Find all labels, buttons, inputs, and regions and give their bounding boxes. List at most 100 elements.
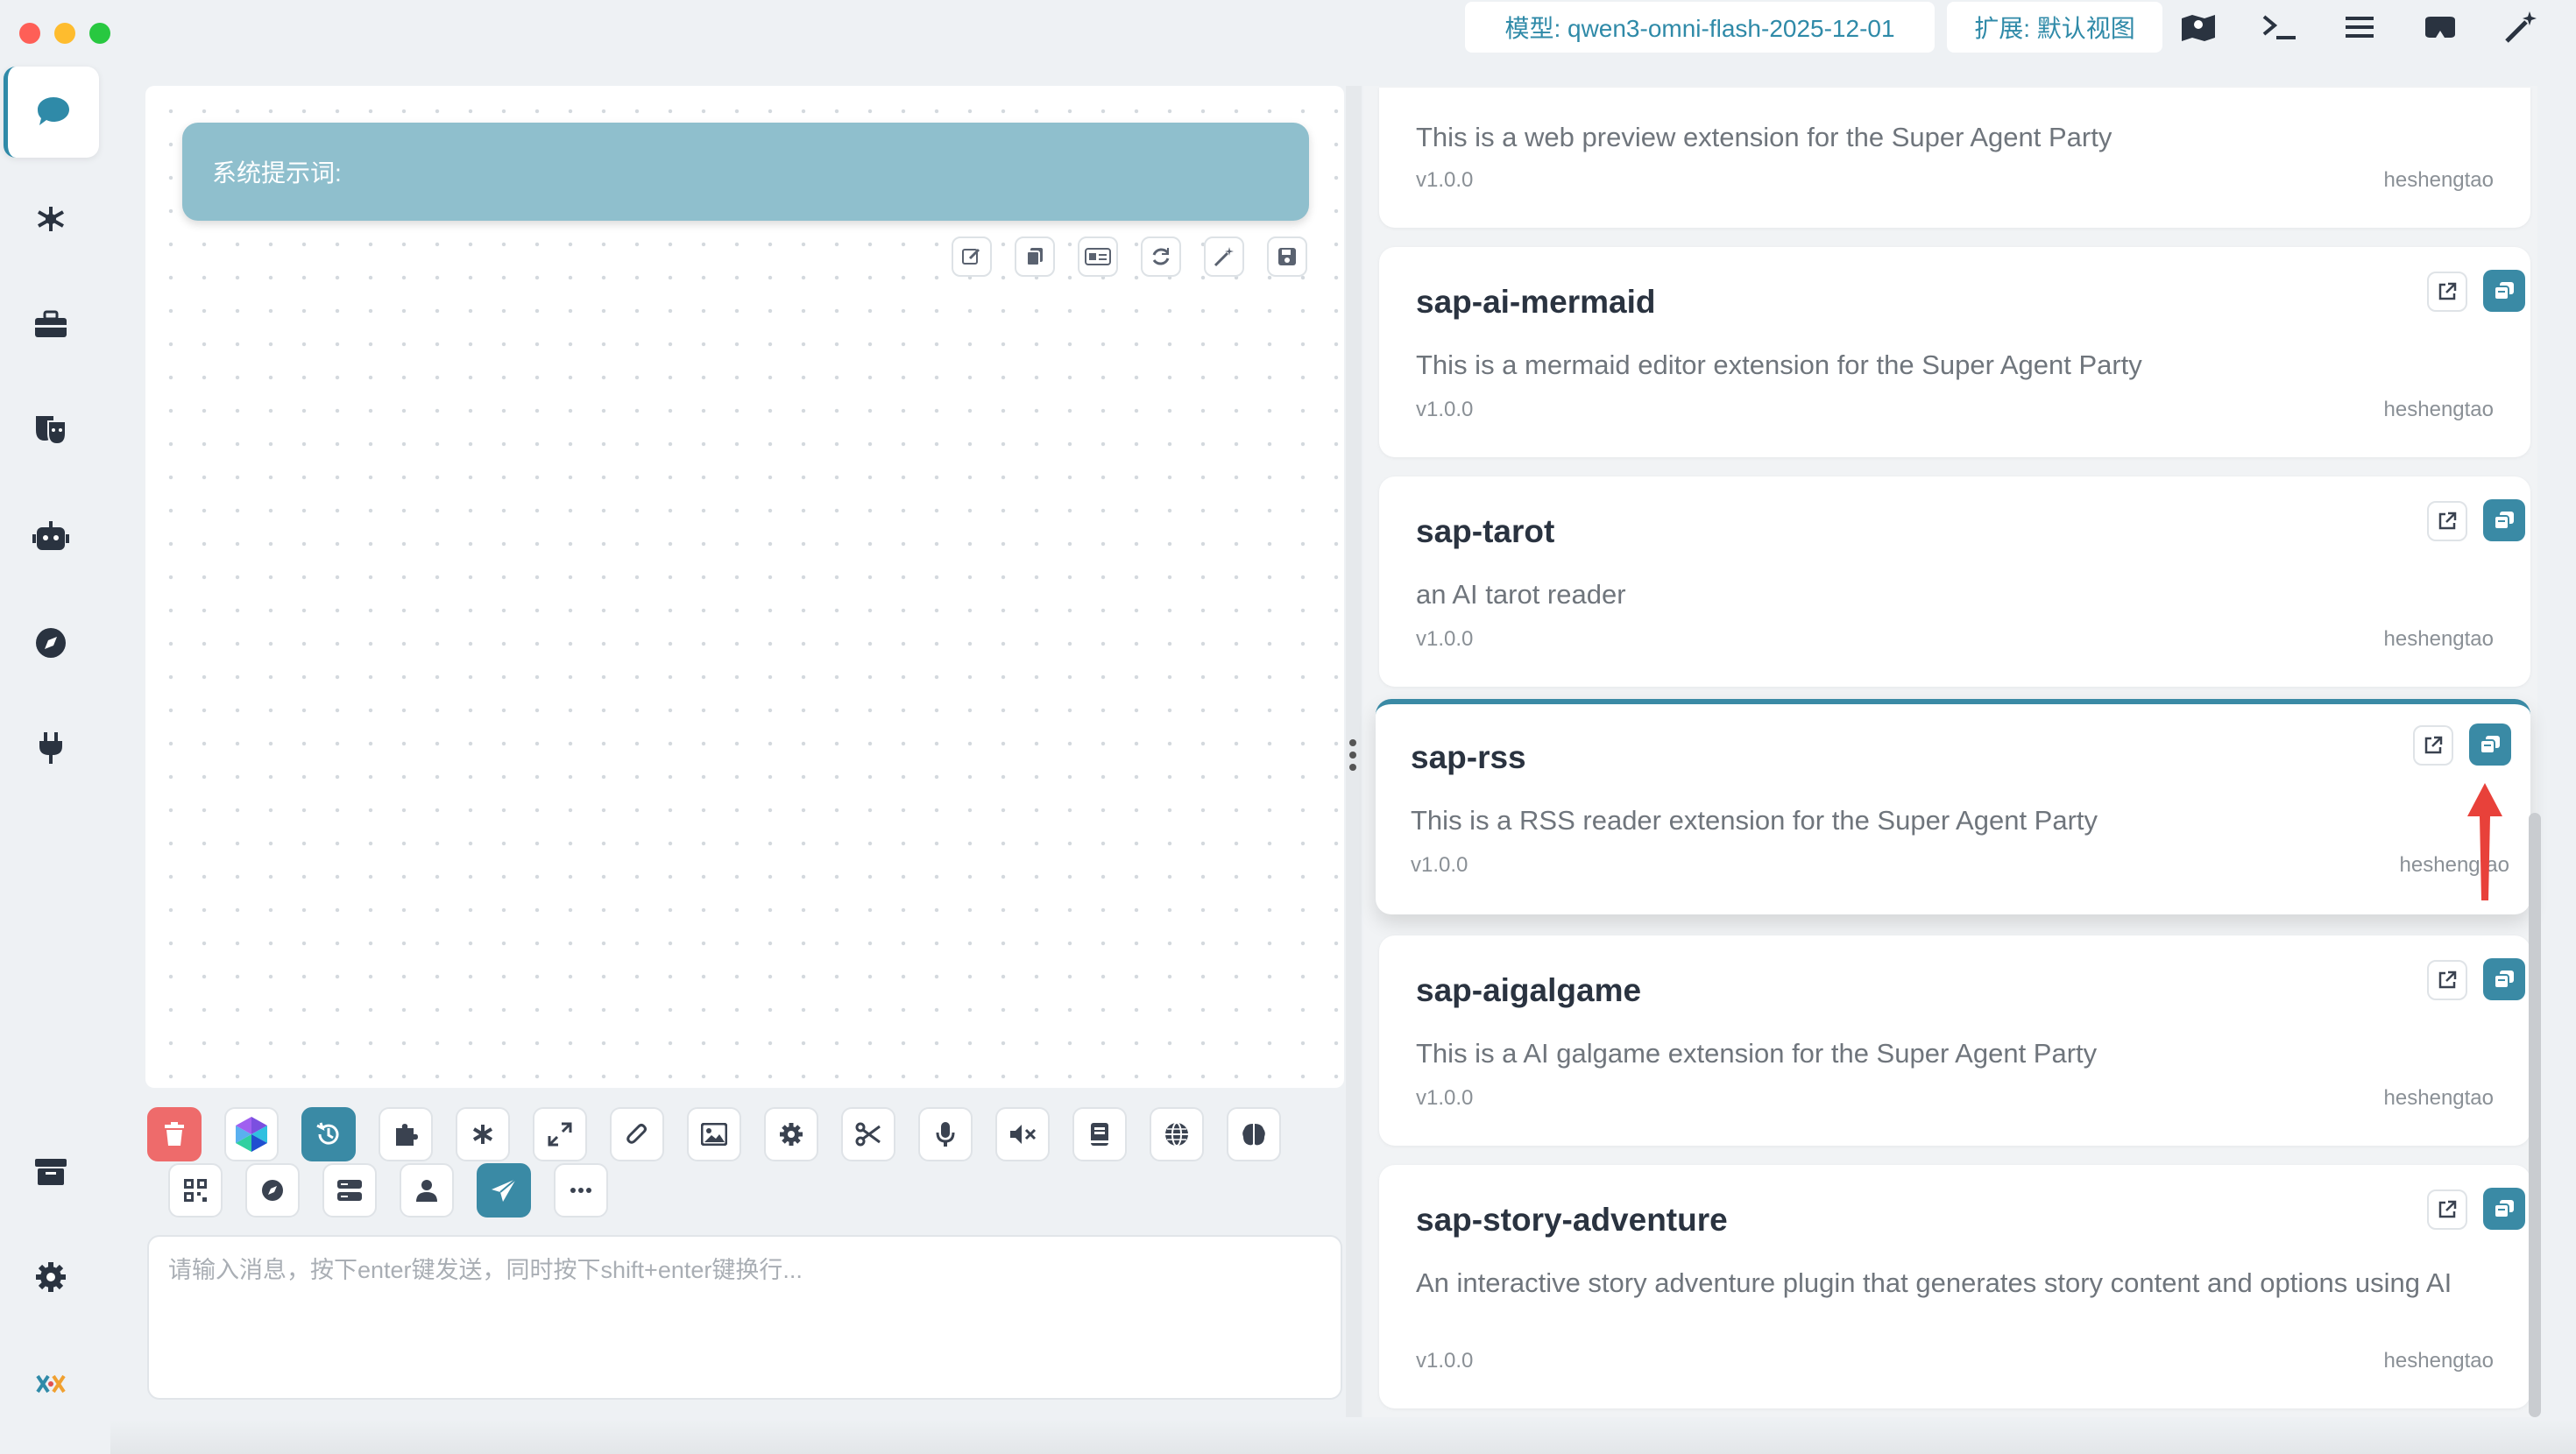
clear-chat-button[interactable]	[147, 1107, 202, 1161]
cut-button[interactable]	[841, 1107, 895, 1161]
server-icon	[337, 1180, 362, 1201]
sidebar-item-plugins[interactable]	[7, 702, 95, 794]
model-selector[interactable]: 模型: qwen3-omni-flash-2025-12-01	[1465, 2, 1935, 53]
open-extension-button[interactable]	[2427, 501, 2467, 541]
copy-icon	[1026, 248, 1043, 266]
map-icon[interactable]	[2176, 7, 2220, 47]
brain-icon	[1242, 1124, 1265, 1146]
menu-icon[interactable]	[2338, 7, 2381, 47]
more-button[interactable]	[554, 1163, 608, 1218]
close-window-button[interactable]	[19, 23, 40, 44]
message-input[interactable]: 请输入消息，按下enter键发送，同时按下shift+enter键换行...	[147, 1235, 1342, 1400]
window-restore-icon	[2494, 1200, 2514, 1218]
image-icon	[701, 1123, 727, 1146]
edit-icon	[962, 248, 980, 265]
open-in-window-button[interactable]	[2483, 499, 2525, 541]
id-card-icon	[1085, 248, 1111, 265]
role-card-button[interactable]	[1078, 236, 1118, 277]
role-button[interactable]	[400, 1163, 454, 1218]
book-icon	[1091, 1123, 1108, 1146]
scissors-icon	[855, 1122, 881, 1147]
extension-description: This is a AI galgame extension for the S…	[1416, 1038, 2098, 1069]
extension-version: v1.0.0	[1416, 1349, 1474, 1373]
network-icon	[38, 207, 64, 231]
window-restore-icon	[2494, 282, 2514, 300]
magic-icon	[1214, 247, 1234, 267]
optimize-prompt-button[interactable]	[1204, 236, 1244, 277]
splitter-handle-dot	[1349, 752, 1356, 759]
server-button[interactable]	[322, 1163, 377, 1218]
open-extension-button[interactable]	[2427, 1189, 2467, 1230]
more-icon	[570, 1188, 591, 1193]
terminal-icon[interactable]	[2257, 7, 2301, 47]
open-extension-button[interactable]	[2427, 272, 2467, 312]
open-extension-button[interactable]	[2427, 960, 2467, 1000]
robot-icon	[32, 521, 69, 550]
external-link-icon	[2438, 282, 2457, 300]
expand-icon	[548, 1122, 572, 1147]
extension-name: sap-tarot	[1416, 513, 1555, 549]
system-prompt-box[interactable]: 系统提示词:	[182, 123, 1309, 221]
sidebar-item-chat[interactable]	[4, 67, 99, 158]
open-in-window-button[interactable]	[2483, 1188, 2525, 1230]
mute-button[interactable]	[995, 1107, 1050, 1161]
knowledge-base-button[interactable]	[1072, 1107, 1127, 1161]
sidebar-item-toolbox[interactable]	[7, 279, 95, 370]
save-prompt-button[interactable]	[1267, 236, 1307, 277]
extension-version: v1.0.0	[1416, 168, 1474, 192]
maximize-window-button[interactable]	[89, 23, 110, 44]
archive-icon	[35, 1159, 67, 1185]
extension-author: heshengtao	[2383, 168, 2494, 192]
sidebar-item-settings[interactable]	[7, 1232, 95, 1323]
copy-prompt-button[interactable]	[1015, 236, 1055, 277]
open-in-window-button[interactable]	[2483, 958, 2525, 1000]
extension-view-selector[interactable]: 扩展: 默认视图	[1947, 2, 2162, 53]
sidebar-item-explore[interactable]	[7, 597, 95, 688]
asterisk-button[interactable]	[456, 1107, 510, 1161]
explore-button[interactable]	[245, 1163, 300, 1218]
history-button[interactable]	[301, 1107, 356, 1161]
open-in-window-button[interactable]	[2483, 270, 2525, 312]
window-restore-icon	[2494, 512, 2514, 530]
logo-cube-icon	[236, 1117, 267, 1152]
sidebar-item-agents[interactable]	[7, 491, 95, 582]
asterisk-icon	[472, 1125, 493, 1144]
refresh-prompt-button[interactable]	[1141, 236, 1181, 277]
expand-button[interactable]	[533, 1107, 587, 1161]
window-restore-icon	[2494, 971, 2514, 989]
web-search-button[interactable]	[1150, 1107, 1204, 1161]
settings-button[interactable]	[764, 1107, 818, 1161]
extension-version: v1.0.0	[1416, 398, 1474, 421]
extensions-button[interactable]	[379, 1107, 433, 1161]
magic-wand-icon[interactable]	[2499, 7, 2543, 47]
extension-card: sap-tarot an AI tarot reader v1.0.0 hesh…	[1379, 476, 2530, 687]
user-icon	[416, 1180, 437, 1202]
qr-code-button[interactable]	[168, 1163, 223, 1218]
extension-name: sap-rss	[1411, 739, 1526, 775]
brand-logo-icon	[36, 1374, 66, 1394]
edit-prompt-button[interactable]	[952, 236, 992, 277]
extension-version: v1.0.0	[1411, 853, 1468, 877]
sidebar-item-network[interactable]	[7, 173, 95, 265]
theater-masks-icon	[36, 416, 67, 446]
upload-image-button[interactable]	[687, 1107, 741, 1161]
settings-icon	[36, 1262, 66, 1292]
sidebar-item-archive[interactable]	[7, 1126, 95, 1218]
extension-description: This is a RSS reader extension for the S…	[1411, 805, 2098, 836]
minimize-window-button[interactable]	[54, 23, 75, 44]
open-in-window-button[interactable]	[2469, 723, 2511, 766]
sidebar-item-about[interactable]	[7, 1338, 95, 1429]
qrcode-icon	[184, 1179, 207, 1202]
open-extension-button[interactable]	[2413, 725, 2453, 766]
vr-goggles-icon[interactable]	[2418, 7, 2462, 47]
sidebar-item-roles[interactable]	[7, 384, 95, 475]
voice-input-button[interactable]	[918, 1107, 973, 1161]
extensions-scrollbar[interactable]	[2529, 813, 2541, 1417]
model-logo-button[interactable]	[224, 1107, 279, 1161]
reasoning-button[interactable]	[1227, 1107, 1281, 1161]
extension-author: heshengtao	[2383, 627, 2494, 651]
send-button[interactable]	[477, 1163, 531, 1218]
trash-icon	[165, 1122, 184, 1146]
attach-file-button[interactable]	[610, 1107, 664, 1161]
external-link-icon	[2438, 971, 2457, 989]
